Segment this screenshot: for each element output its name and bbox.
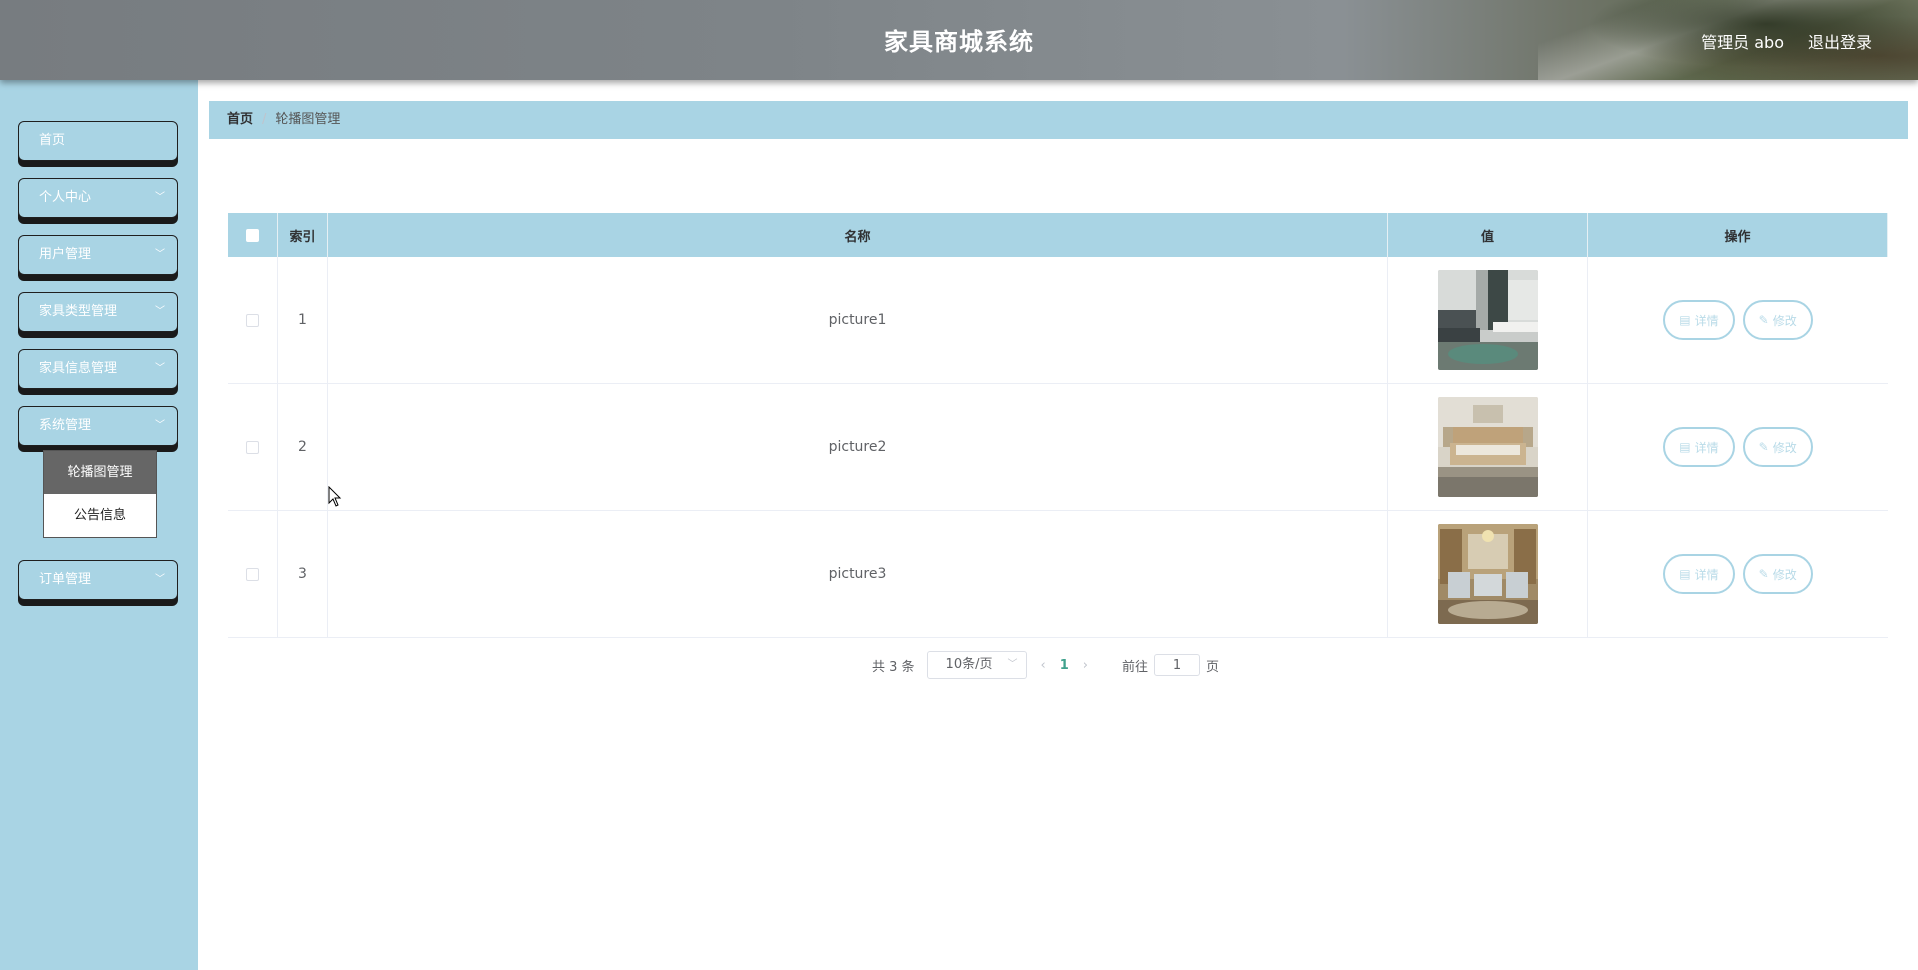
- row-name: picture1: [328, 257, 1388, 383]
- prev-page-icon[interactable]: ‹: [1041, 658, 1046, 673]
- select-all-checkbox[interactable]: [246, 228, 259, 242]
- column-header-actions: 操作: [1588, 213, 1888, 257]
- row-checkbox[interactable]: [246, 313, 259, 327]
- chevron-down-icon: ﹀: [1007, 659, 1018, 670]
- edit-button-label: 修改: [1772, 567, 1797, 582]
- pagination: 共 3 条 10条/页 ﹀ ‹ 1 › 前往 页: [872, 651, 1219, 679]
- mouse-cursor-icon: [328, 485, 342, 512]
- breadcrumb-separator: /: [262, 112, 267, 127]
- carousel-table: 索引 名称 值 操作 1 picture1 ▤ 详情 ✎ 修改 2 pictur…: [228, 213, 1888, 638]
- top-header: 家具商城系统 管理员 abo 退出登录: [0, 0, 1918, 80]
- column-header-name: 名称: [328, 213, 1388, 257]
- detail-button-label: 详情: [1694, 567, 1719, 582]
- row-index: 2: [278, 384, 328, 510]
- row-checkbox[interactable]: [246, 567, 259, 581]
- detail-button[interactable]: ▤ 详情: [1663, 554, 1735, 594]
- edit-button[interactable]: ✎ 修改: [1742, 427, 1813, 467]
- submenu-item-announcements[interactable]: 公告信息: [44, 494, 156, 537]
- goto-page-input[interactable]: [1154, 654, 1201, 676]
- row-select-cell: [228, 384, 278, 510]
- row-value-cell: [1388, 257, 1588, 383]
- sidebar-item-label: 家具类型管理: [39, 304, 118, 319]
- living-room-photo[interactable]: [1437, 270, 1538, 370]
- page-size-value: 10条/页: [945, 657, 993, 672]
- page-size-select[interactable]: 10条/页 ﹀: [926, 651, 1027, 679]
- table-row: 3 picture3 ▤ 详情 ✎ 修改: [228, 511, 1888, 638]
- edit-button[interactable]: ✎ 修改: [1742, 300, 1813, 340]
- goto-suffix: 页: [1206, 659, 1220, 675]
- document-icon: ▤: [1679, 440, 1691, 454]
- sidebar-item-furniture-info-management[interactable]: 家具信息管理 ﹀: [18, 349, 178, 389]
- sidebar-item-system-management[interactable]: 系统管理 ﹀: [18, 406, 178, 446]
- table-row: 1 picture1 ▤ 详情 ✎ 修改: [228, 257, 1888, 384]
- table-header: 索引 名称 值 操作: [228, 213, 1888, 257]
- row-actions: ▤ 详情 ✎ 修改: [1588, 257, 1888, 383]
- bedroom-photo[interactable]: [1437, 397, 1538, 497]
- row-name: picture3: [328, 511, 1388, 637]
- sidebar-item-label: 家具信息管理: [39, 361, 118, 376]
- breadcrumb-home[interactable]: 首页: [227, 112, 253, 127]
- detail-button[interactable]: ▤ 详情: [1663, 427, 1735, 467]
- row-select-cell: [228, 257, 278, 383]
- pagination-total: 共 3 条: [872, 659, 915, 675]
- chevron-down-icon: ﹀: [155, 306, 165, 317]
- logout-link[interactable]: 退出登录: [1808, 29, 1872, 53]
- chevron-down-icon: ﹀: [155, 574, 165, 585]
- next-page-icon[interactable]: ›: [1083, 658, 1088, 673]
- sidebar-item-home[interactable]: 首页: [18, 121, 178, 161]
- column-header-value: 值: [1388, 213, 1588, 257]
- chevron-down-icon: ﹀: [155, 420, 165, 431]
- app-title: 家具商城系统: [884, 28, 1034, 56]
- detail-button-label: 详情: [1694, 440, 1719, 455]
- sidebar-item-user-management[interactable]: 用户管理 ﹀: [18, 235, 178, 275]
- sidebar-item-label: 用户管理: [39, 247, 92, 262]
- edit-button-label: 修改: [1772, 313, 1797, 328]
- breadcrumb: 首页 / 轮播图管理: [209, 101, 1908, 139]
- header-select-all: [228, 213, 278, 257]
- pencil-icon: ✎: [1758, 567, 1769, 581]
- system-management-submenu: 轮播图管理 公告信息: [43, 450, 157, 538]
- row-select-cell: [228, 511, 278, 637]
- detail-button-label: 详情: [1694, 313, 1719, 328]
- document-icon: ▤: [1679, 313, 1691, 327]
- sidebar-item-furniture-type-management[interactable]: 家具类型管理 ﹀: [18, 292, 178, 332]
- row-index: 1: [278, 257, 328, 383]
- chevron-down-icon: ﹀: [155, 363, 165, 374]
- row-value-cell: [1388, 511, 1588, 637]
- edit-button[interactable]: ✎ 修改: [1742, 554, 1813, 594]
- goto-label: 前往: [1122, 659, 1149, 675]
- breadcrumb-current: 轮播图管理: [275, 112, 341, 127]
- detail-button[interactable]: ▤ 详情: [1663, 300, 1735, 340]
- row-actions: ▤ 详情 ✎ 修改: [1588, 511, 1888, 637]
- sidebar-item-label: 订单管理: [39, 572, 92, 587]
- sidebar-item-label: 首页: [39, 133, 66, 148]
- document-icon: ▤: [1679, 567, 1691, 581]
- pencil-icon: ✎: [1758, 440, 1769, 454]
- column-header-index: 索引: [278, 213, 328, 257]
- chevron-down-icon: ﹀: [155, 249, 165, 260]
- chevron-down-icon: ﹀: [155, 192, 165, 203]
- pencil-icon: ✎: [1758, 313, 1769, 327]
- submenu-item-carousel-management[interactable]: 轮播图管理: [44, 451, 156, 494]
- current-user-label: 管理员 abo: [1701, 33, 1784, 52]
- sidebar-item-label: 系统管理: [39, 418, 92, 433]
- row-index: 3: [278, 511, 328, 637]
- row-value-cell: [1388, 384, 1588, 510]
- page-number-current[interactable]: 1: [1060, 658, 1069, 673]
- classic-sofa-photo[interactable]: [1437, 524, 1538, 624]
- row-name: picture2: [328, 384, 1388, 510]
- sidebar-item-order-management[interactable]: 订单管理 ﹀: [18, 560, 178, 600]
- sidebar-item-label: 个人中心: [39, 190, 92, 205]
- table-row: 2 picture2 ▤ 详情 ✎ 修改: [228, 384, 1888, 511]
- edit-button-label: 修改: [1772, 440, 1797, 455]
- row-checkbox[interactable]: [246, 440, 259, 454]
- sidebar-item-personal-center[interactable]: 个人中心 ﹀: [18, 178, 178, 218]
- row-actions: ▤ 详情 ✎ 修改: [1588, 384, 1888, 510]
